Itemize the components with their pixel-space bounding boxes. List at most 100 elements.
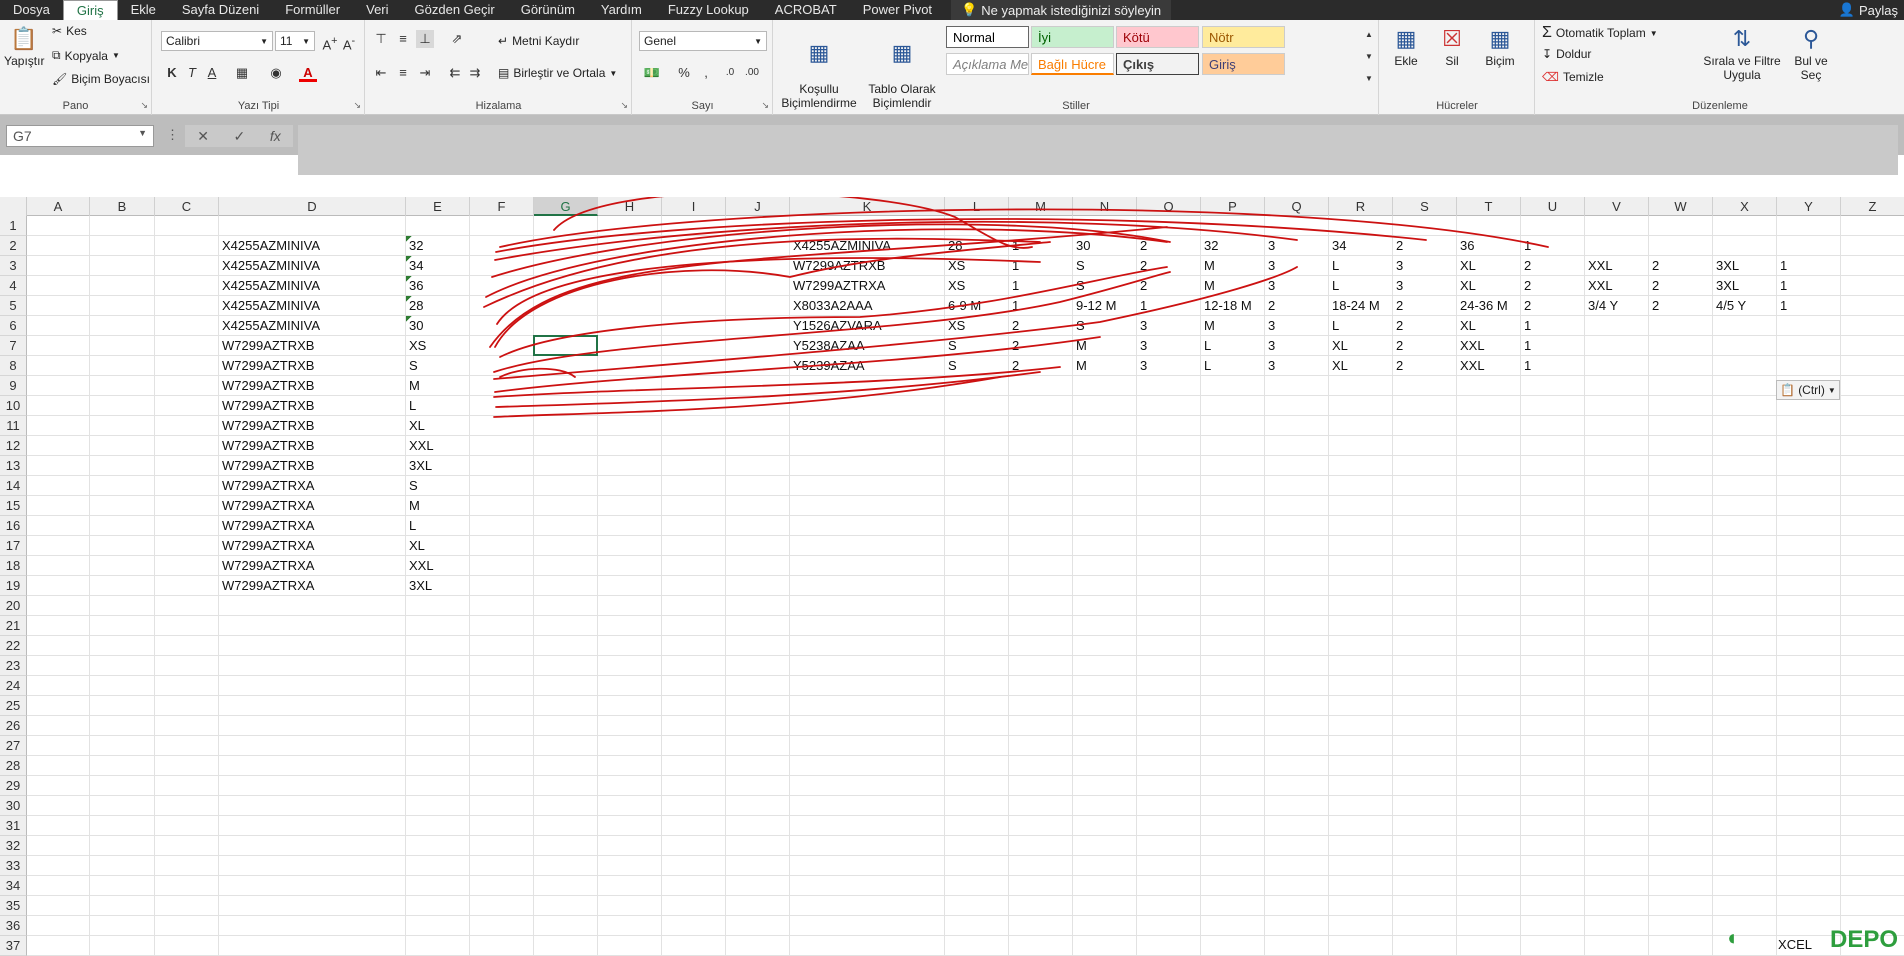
cell-O5[interactable]: 1 [1137, 296, 1201, 316]
cell-L3[interactable]: XS [945, 256, 1009, 276]
cell-R2[interactable]: 34 [1329, 236, 1393, 256]
cell-X3[interactable]: 3XL [1713, 256, 1777, 276]
tab-2[interactable]: Ekle [118, 0, 169, 20]
name-box[interactable]: G7 ▼ [6, 125, 154, 147]
format-button[interactable]: ▦ Biçim [1478, 24, 1522, 68]
cell-P3[interactable]: M [1201, 256, 1265, 276]
column-header[interactable]: T [1457, 197, 1521, 216]
tab-10[interactable]: ACROBAT [762, 0, 850, 20]
cell-E18[interactable]: XXL [406, 556, 470, 576]
row-header[interactable]: 25 [0, 696, 27, 716]
tell-me-search[interactable]: 💡 Ne yapmak istediğinizi söyleyin [951, 0, 1172, 20]
cell-Q7[interactable]: 3 [1265, 336, 1329, 356]
font-size-select[interactable]: 11 ▼ [275, 31, 315, 51]
row-header[interactable]: 1 [0, 216, 27, 236]
autosum-button[interactable]: Σ Otomatik Toplam ▼ [1542, 24, 1658, 42]
cell-T7[interactable]: XXL [1457, 336, 1521, 356]
font-color-icon[interactable]: A [299, 64, 317, 82]
tab-4[interactable]: Formüller [272, 0, 353, 20]
cell-style-2[interactable]: Kötü [1116, 26, 1199, 48]
cell-S2[interactable]: 2 [1393, 236, 1457, 256]
formula-input[interactable] [298, 125, 1898, 175]
column-header[interactable]: Z [1841, 197, 1904, 216]
cell-Q6[interactable]: 3 [1265, 316, 1329, 336]
cell-K5[interactable]: X8033A2AAA [790, 296, 945, 316]
cell-style-0[interactable]: Normal [946, 26, 1029, 48]
cell-Y5[interactable]: 1 [1777, 296, 1841, 316]
cell-N4[interactable]: S [1073, 276, 1137, 296]
cell-V5[interactable]: 3/4 Y [1585, 296, 1649, 316]
row-header[interactable]: 12 [0, 436, 27, 456]
row-header[interactable]: 31 [0, 816, 27, 836]
cell-D14[interactable]: W7299AZTRXA [219, 476, 406, 496]
cell-E5[interactable]: 28 [406, 296, 470, 316]
cell-E6[interactable]: 30 [406, 316, 470, 336]
row-header[interactable]: 34 [0, 876, 27, 896]
cell-M8[interactable]: 2 [1009, 356, 1073, 376]
cell-D19[interactable]: W7299AZTRXA [219, 576, 406, 596]
tab-9[interactable]: Fuzzy Lookup [655, 0, 762, 20]
cell-D11[interactable]: W7299AZTRXB [219, 416, 406, 436]
cell-O2[interactable]: 2 [1137, 236, 1201, 256]
underline-button[interactable]: A [203, 64, 221, 82]
column-header[interactable]: H [598, 197, 662, 216]
cell-D16[interactable]: W7299AZTRXA [219, 516, 406, 536]
column-header[interactable]: A [27, 197, 90, 216]
cell-U8[interactable]: 1 [1521, 356, 1585, 376]
bold-button[interactable]: K [163, 64, 181, 82]
dialog-launcher-icon[interactable]: ↘ [140, 100, 148, 111]
tab-3[interactable]: Sayfa Düzeni [169, 0, 272, 20]
cell-N6[interactable]: S [1073, 316, 1137, 336]
cell-R4[interactable]: L [1329, 276, 1393, 296]
cell-U4[interactable]: 2 [1521, 276, 1585, 296]
gallery-more-icon[interactable]: ▼ [1360, 70, 1378, 88]
cell-E7[interactable]: XS [406, 336, 470, 356]
worksheet-grid[interactable]: ABCDEFGHIJKLMNOPQRSTUVWXYZ 1 2 3 4 5 6 7 8 9 10 11… [0, 197, 1904, 956]
currency-icon[interactable]: 💵 [643, 64, 661, 82]
row-header[interactable]: 36 [0, 916, 27, 936]
active-cell[interactable] [533, 335, 598, 356]
cell-T5[interactable]: 24-36 M [1457, 296, 1521, 316]
cell-Q4[interactable]: 3 [1265, 276, 1329, 296]
cell-P4[interactable]: M [1201, 276, 1265, 296]
paste-options-button[interactable]: 📋 (Ctrl) ▼ [1776, 380, 1840, 400]
row-header[interactable]: 16 [0, 516, 27, 536]
increase-decimal-icon[interactable]: .0 [721, 64, 739, 82]
fill-color-icon[interactable]: ◉ [267, 64, 285, 82]
row-header[interactable]: 11 [0, 416, 27, 436]
column-header[interactable]: M [1009, 197, 1073, 216]
cell-D3[interactable]: X4255AZMINIVA [219, 256, 406, 276]
column-header[interactable]: S [1393, 197, 1457, 216]
more-options-icon[interactable]: ⋮ [166, 127, 179, 143]
column-header[interactable]: P [1201, 197, 1265, 216]
cell-E17[interactable]: XL [406, 536, 470, 556]
column-header[interactable]: C [155, 197, 219, 216]
row-header[interactable]: 27 [0, 736, 27, 756]
select-all-corner[interactable] [0, 197, 27, 216]
cell-X4[interactable]: 3XL [1713, 276, 1777, 296]
cell-E8[interactable]: S [406, 356, 470, 376]
cell-O3[interactable]: 2 [1137, 256, 1201, 276]
cell-P6[interactable]: M [1201, 316, 1265, 336]
gallery-up-icon[interactable]: ▲ [1360, 26, 1378, 44]
cell-style-4[interactable]: Açıklama Me... [946, 53, 1029, 75]
cell-Q2[interactable]: 3 [1265, 236, 1329, 256]
cell-S3[interactable]: 3 [1393, 256, 1457, 276]
dialog-launcher-icon[interactable]: ↘ [353, 100, 361, 111]
align-center-icon[interactable]: ≡ [394, 64, 412, 82]
cell-S8[interactable]: 2 [1393, 356, 1457, 376]
row-header[interactable]: 3 [0, 256, 27, 276]
comma-icon[interactable]: , [697, 64, 715, 82]
column-header[interactable]: L [945, 197, 1009, 216]
delete-button[interactable]: ☒ Sil [1432, 24, 1472, 68]
cell-K3[interactable]: W7299AZTRXB [790, 256, 945, 276]
row-header[interactable]: 28 [0, 756, 27, 776]
cell-E14[interactable]: S [406, 476, 470, 496]
cell-K7[interactable]: Y5238AZAA [790, 336, 945, 356]
format-painter-button[interactable]: 🖌 Biçim Boyacısı [52, 72, 150, 86]
cell-N8[interactable]: M [1073, 356, 1137, 376]
column-header[interactable]: O [1137, 197, 1201, 216]
tab-5[interactable]: Veri [353, 0, 401, 20]
cell-T8[interactable]: XXL [1457, 356, 1521, 376]
cell-M4[interactable]: 1 [1009, 276, 1073, 296]
